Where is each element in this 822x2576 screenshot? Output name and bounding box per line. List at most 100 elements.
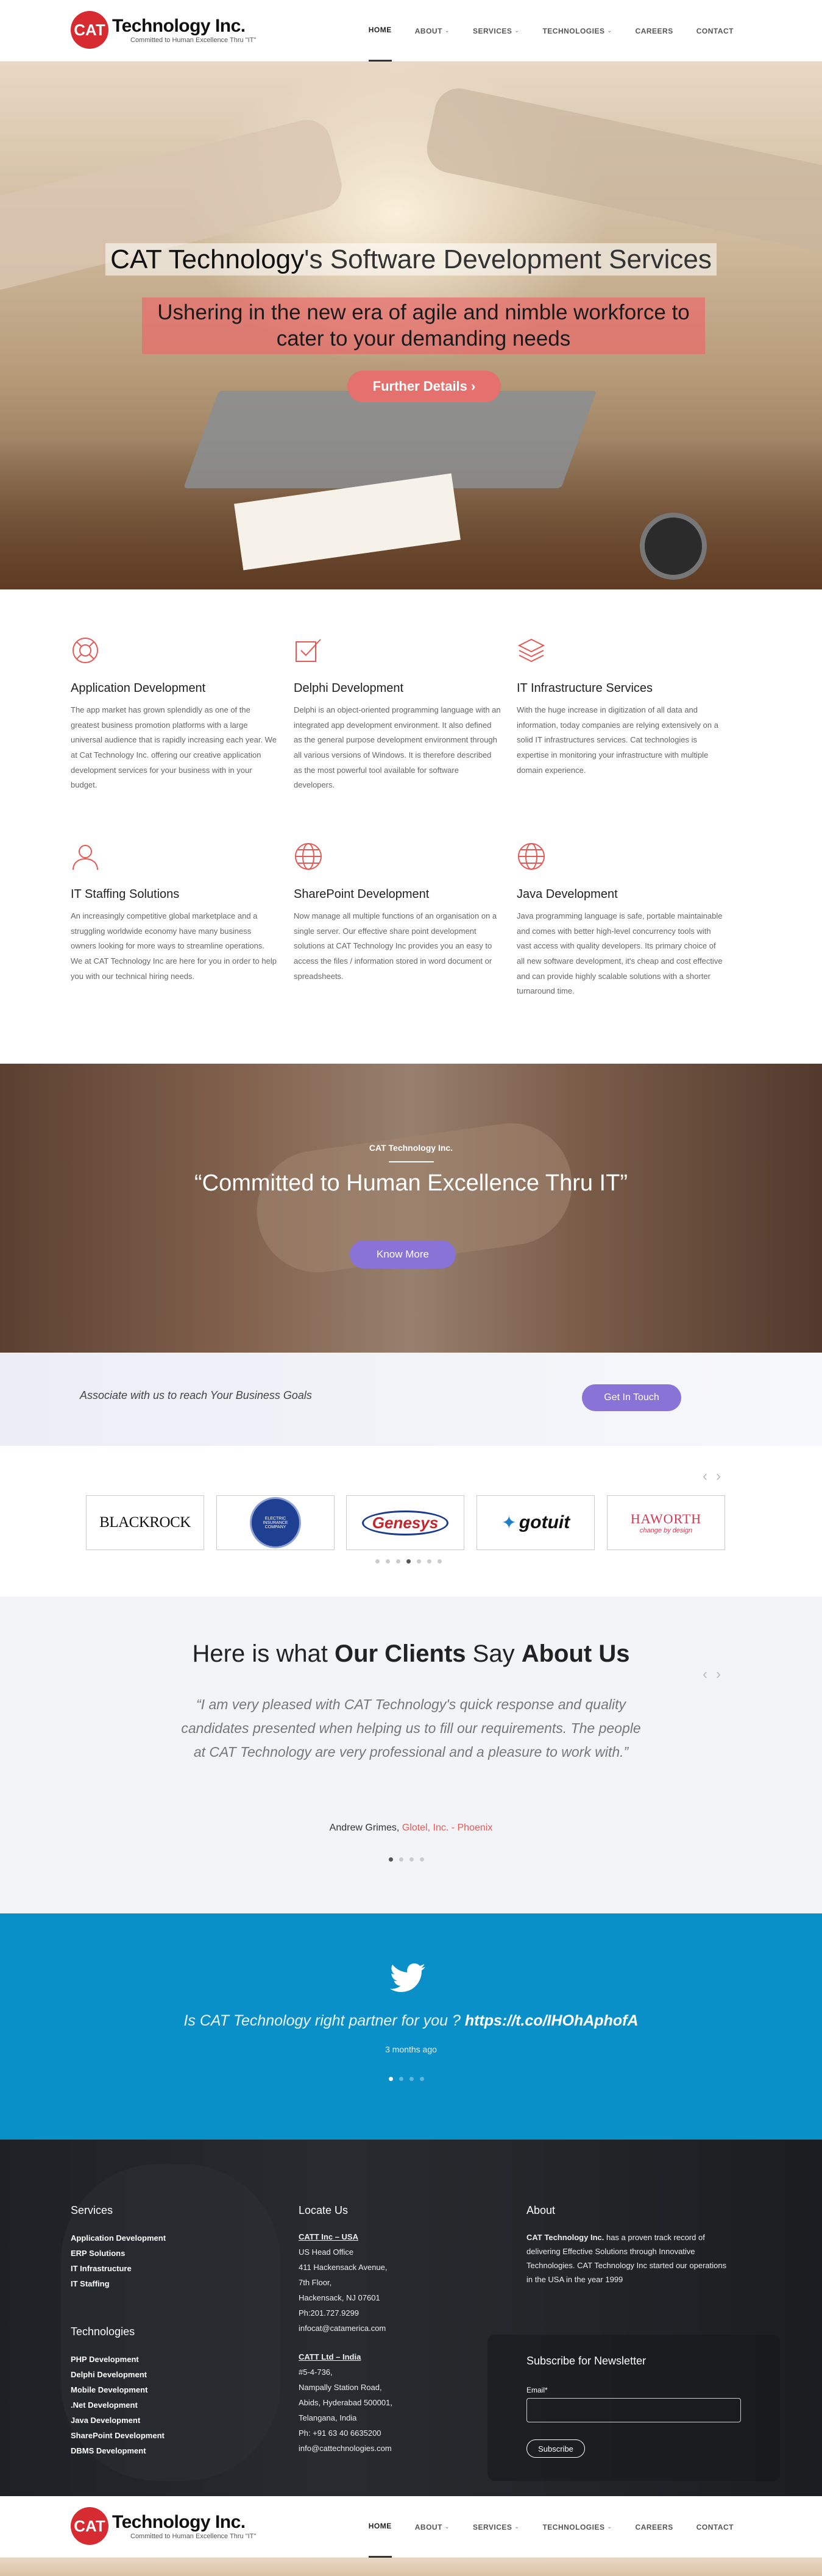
service-card: Delphi Development Delphi is an object-o…: [294, 636, 501, 793]
footer-link[interactable]: Java Development: [71, 2413, 166, 2428]
footer-heading: About: [526, 2204, 556, 2216]
footer-link[interactable]: Delphi Development: [71, 2367, 166, 2382]
logo-mark: CAT: [71, 11, 108, 49]
tweet-time: 3 months ago: [385, 2044, 437, 2054]
service-title: Application Development: [71, 681, 206, 695]
clients-carousel: ‹› BLACKROCK ELECTRIC INSURANCE COMPANY …: [0, 1446, 822, 1596]
service-card: IT Staffing Solutions An increasingly co…: [71, 842, 278, 984]
footer-services: Services Application Development ERP Sol…: [71, 2204, 166, 2458]
service-card: IT Infrastructure Services With the huge…: [517, 636, 724, 778]
lifebuoy-icon: [73, 638, 98, 663]
chevron-down-icon: ⌄: [607, 27, 612, 34]
site-header: CAT Technology Inc. Committed to Human E…: [0, 0, 822, 62]
service-title: IT Staffing Solutions: [71, 888, 180, 901]
chevron-left-icon[interactable]: ‹: [703, 1468, 716, 1484]
email-link[interactable]: infocat@catamerica.com: [299, 2321, 392, 2336]
carousel-dot[interactable]: [399, 1857, 403, 1862]
newsletter-heading: Subscribe for Newsletter: [526, 2355, 647, 2367]
carousel-dot[interactable]: [399, 2077, 403, 2081]
carousel-dot[interactable]: [386, 1559, 390, 1564]
carousel-dot-active[interactable]: [389, 2077, 393, 2081]
carousel-dot[interactable]: [427, 1559, 431, 1564]
carousel-dot-active[interactable]: [406, 1559, 411, 1564]
carousel-dot[interactable]: [420, 2077, 424, 2081]
chevron-right-icon[interactable]: ›: [716, 1666, 729, 1682]
client-logo-genesys[interactable]: Genesys: [346, 1495, 464, 1550]
carousel-dot[interactable]: [417, 1559, 421, 1564]
nav-services[interactable]: SERVICES ⌄: [473, 2496, 520, 2558]
service-text: The app market has grown splendidly as o…: [71, 705, 277, 790]
nav-technologies[interactable]: TECHNOLOGIES ⌄: [542, 2496, 612, 2558]
layers-icon: [517, 638, 545, 663]
footer-locate: Locate Us CATT Inc – USA US Head Office 4…: [299, 2204, 392, 2456]
chevron-down-icon: ⌄: [444, 27, 450, 34]
further-details-button[interactable]: Further Details ›: [347, 371, 501, 402]
footer-link[interactable]: IT Infrastructure: [71, 2261, 166, 2276]
client-logo-blackrock[interactable]: BLACKROCK: [86, 1495, 204, 1550]
nav-contact[interactable]: CONTACT: [696, 2496, 734, 2558]
service-title: SharePoint Development: [294, 888, 430, 901]
nav-careers[interactable]: CAREERS: [636, 2496, 673, 2558]
carousel-dot-active[interactable]: [389, 1857, 393, 1862]
client-logo-electric-insurance[interactable]: ELECTRIC INSURANCE COMPANY: [216, 1495, 335, 1550]
know-more-button[interactable]: Know More: [350, 1240, 456, 1268]
nav-services[interactable]: SERVICES ⌄: [473, 0, 520, 62]
footer-link[interactable]: Mobile Development: [71, 2382, 166, 2397]
tweet-text: Is CAT Technology right partner for you …: [183, 2012, 639, 2029]
service-card: SharePoint Development Now manage all mu…: [294, 842, 501, 984]
client-logo-haworth[interactable]: HAWORTH change by design: [607, 1495, 725, 1550]
twitter-feed: Is CAT Technology right partner for you …: [0, 1913, 822, 2140]
footer-link[interactable]: Application Development: [71, 2230, 166, 2246]
tweet-link[interactable]: https://t.co/IHOhAphofA: [465, 2012, 639, 2029]
hero-banner: CAT Technology's Software Development Se…: [0, 62, 822, 589]
chevron-down-icon: ⌄: [514, 27, 520, 34]
logo-name: Technology Inc.: [112, 16, 246, 36]
footer-link[interactable]: PHP Development: [71, 2352, 166, 2367]
nav-about[interactable]: ABOUT ⌄: [415, 0, 450, 62]
chevron-down-icon: ⌄: [607, 2524, 612, 2530]
testimonial-company: Glotel, Inc. - Phoenix: [402, 1823, 493, 1833]
user-icon: [73, 845, 98, 870]
nav-home[interactable]: HOME: [368, 0, 392, 62]
logo[interactable]: CAT Technology Inc. Committed to Human E…: [71, 11, 256, 49]
twitter-bird-icon: [390, 1963, 425, 1992]
logo-tagline: Committed to Human Excellence Thru "IT": [130, 2533, 257, 2540]
service-title: Delphi Development: [294, 681, 404, 695]
address-india: CATT Ltd – India #5-4-736, Nampally Stati…: [299, 2349, 392, 2456]
footer-link[interactable]: IT Staffing: [71, 2276, 166, 2291]
carousel-dot[interactable]: [420, 1857, 424, 1862]
footer-link[interactable]: SharePoint Development: [71, 2428, 166, 2443]
service-text: Delphi is an object-oriented programming…: [294, 705, 501, 790]
nav-contact[interactable]: CONTACT: [696, 0, 734, 62]
nav-technologies[interactable]: TECHNOLOGIES ⌄: [542, 0, 612, 62]
chevron-down-icon: ⌄: [514, 2524, 520, 2530]
nav-about[interactable]: ABOUT ⌄: [415, 2496, 450, 2558]
tweet-dots: [389, 2077, 424, 2081]
newsletter-email-input[interactable]: [526, 2398, 741, 2422]
logo[interactable]: CAT Technology Inc. Committed to Human E…: [71, 2507, 256, 2545]
testimonial-author: Andrew Grimes, Glotel, Inc. - Phoenix: [329, 1823, 493, 1833]
address-usa: CATT Inc – USA US Head Office 411 Hackens…: [299, 2229, 392, 2336]
carousel-dot[interactable]: [409, 1857, 414, 1862]
nav-careers[interactable]: CAREERS: [636, 0, 673, 62]
service-text: With the huge increase in digitization o…: [517, 705, 718, 775]
email-link[interactable]: info@cattechnologies.com: [299, 2441, 392, 2456]
footer-link[interactable]: DBMS Development: [71, 2443, 166, 2458]
carousel-dot[interactable]: [396, 1559, 400, 1564]
client-logo-gotuit[interactable]: ✦ gotuit: [477, 1495, 595, 1550]
chevron-left-icon[interactable]: ‹: [703, 1666, 716, 1682]
carousel-dot[interactable]: [409, 2077, 414, 2081]
testimonial-dots: [389, 1857, 424, 1862]
get-in-touch-button[interactable]: Get In Touch: [582, 1384, 681, 1411]
footer-link[interactable]: ERP Solutions: [71, 2246, 166, 2261]
globe-icon: [295, 843, 322, 870]
carousel-dot[interactable]: [375, 1559, 380, 1564]
testimonials-heading: Here is what Our Clients Say About Us: [192, 1640, 630, 1667]
footer-link[interactable]: .Net Development: [71, 2397, 166, 2413]
carousel-dot[interactable]: [438, 1559, 442, 1564]
mission-banner: CAT Technology Inc. “Committed to Human …: [0, 1064, 822, 1353]
chevron-right-icon[interactable]: ›: [716, 1468, 729, 1484]
service-text: Now manage all multiple functions of an …: [294, 911, 497, 981]
subscribe-button[interactable]: Subscribe: [526, 2439, 585, 2458]
nav-home[interactable]: HOME: [368, 2496, 392, 2558]
